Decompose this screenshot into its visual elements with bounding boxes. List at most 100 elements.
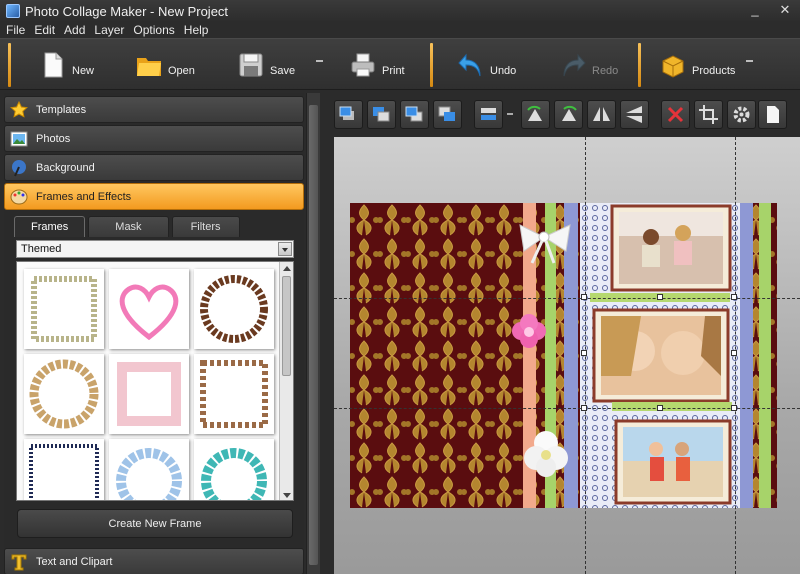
section-frames-effects[interactable]: Frames and Effects xyxy=(4,183,304,210)
send-backward-button[interactable] xyxy=(433,99,462,129)
menu-layer[interactable]: Layer xyxy=(94,23,124,37)
canvas-area[interactable] xyxy=(334,137,800,574)
crop-icon xyxy=(699,104,718,124)
redo-label: Redo xyxy=(592,65,619,77)
section-frames-effects-label: Frames and Effects xyxy=(36,190,132,203)
section-background[interactable]: Background xyxy=(4,154,304,181)
section-text-clipart[interactable]: Text and Clipart xyxy=(4,548,304,574)
menu-edit[interactable]: Edit xyxy=(34,23,55,37)
section-templates[interactable]: Templates xyxy=(4,96,304,123)
toolbar-separator xyxy=(8,43,11,87)
photo-frame-1 xyxy=(610,204,732,292)
resize-handle[interactable] xyxy=(657,294,663,300)
minimize-button[interactable]: _ xyxy=(748,2,762,18)
align-icon xyxy=(481,107,496,120)
print-button[interactable]: Print xyxy=(350,45,405,85)
gallery-scroll-thumb[interactable] xyxy=(282,276,291,376)
delete-x-icon xyxy=(667,106,684,122)
frame-thumbnail[interactable] xyxy=(24,269,104,349)
flip-vertical-button[interactable] xyxy=(620,99,649,129)
products-dropdown-arrow[interactable] xyxy=(746,60,753,62)
create-new-frame-button[interactable]: Create New Frame xyxy=(17,509,293,538)
resize-handle[interactable] xyxy=(731,294,737,300)
flip-horizontal-button[interactable] xyxy=(587,99,616,129)
scroll-up-icon[interactable] xyxy=(283,266,291,271)
frame-thumbnail[interactable] xyxy=(24,354,104,434)
menu-bar: File Edit Add Layer Options Help xyxy=(0,22,800,38)
frame-category-value: Themed xyxy=(21,243,62,255)
resize-handle[interactable] xyxy=(581,405,587,411)
align-button[interactable] xyxy=(474,99,503,129)
rotate-right-button[interactable] xyxy=(554,99,583,129)
menu-options[interactable]: Options xyxy=(133,23,174,37)
bring-forward-icon xyxy=(405,106,423,121)
rotate-left-button[interactable] xyxy=(521,99,550,129)
undo-button[interactable]: Undo xyxy=(458,45,516,85)
section-photos[interactable]: Photos xyxy=(4,125,304,152)
page-properties-button[interactable] xyxy=(758,99,787,129)
save-dropdown-arrow[interactable] xyxy=(316,60,323,62)
panel-scrollbar[interactable] xyxy=(306,93,320,574)
settings-button[interactable] xyxy=(727,99,756,129)
crop-button[interactable] xyxy=(694,99,723,129)
app-icon xyxy=(6,4,20,18)
toolbar-separator xyxy=(430,43,433,87)
title-bar: Photo Collage Maker - New Project _ ✕ xyxy=(0,0,800,22)
tab-mask[interactable]: Mask xyxy=(88,216,169,237)
resize-handle[interactable] xyxy=(581,294,587,300)
rotate-right-icon xyxy=(562,105,577,121)
new-button[interactable]: New xyxy=(40,45,94,85)
frame-thumbnail[interactable] xyxy=(194,269,274,349)
save-button[interactable]: Save xyxy=(238,45,295,85)
open-button[interactable]: Open xyxy=(136,45,195,85)
panel-scroll-thumb[interactable] xyxy=(309,105,318,565)
products-box-icon xyxy=(662,55,684,78)
tab-frames[interactable]: Frames xyxy=(14,216,86,237)
tab-filters[interactable]: Filters xyxy=(171,216,240,237)
frame-category-select[interactable]: Themed xyxy=(16,240,294,258)
resize-handle[interactable] xyxy=(731,350,737,356)
frame-thumbnail[interactable] xyxy=(194,354,274,434)
text-t-icon xyxy=(11,554,27,570)
frame-thumbnail[interactable] xyxy=(109,269,189,349)
align-dropdown-arrow[interactable] xyxy=(507,113,513,115)
menu-help[interactable]: Help xyxy=(184,23,209,37)
dropdown-arrow-icon[interactable] xyxy=(278,242,292,256)
page-icon xyxy=(767,105,779,123)
app-window: Photo Collage Maker - New Project _ ✕ Fi… xyxy=(0,0,800,574)
send-to-back-button[interactable] xyxy=(367,99,396,129)
close-button[interactable]: ✕ xyxy=(778,2,792,18)
window-controls: _ ✕ xyxy=(748,2,792,18)
gallery-scrollbar[interactable] xyxy=(279,262,293,500)
bring-front-icon xyxy=(339,106,354,120)
section-background-label: Background xyxy=(36,161,95,174)
scroll-down-icon[interactable] xyxy=(283,493,291,498)
right-blue-ribbon xyxy=(740,203,753,508)
frames-tabs: Frames Mask Filters xyxy=(14,216,240,237)
undo-label: Undo xyxy=(490,65,517,77)
frame-thumbnail[interactable] xyxy=(109,354,189,434)
toolbar-separator xyxy=(638,43,641,87)
frame-thumbnail[interactable] xyxy=(194,439,274,500)
bring-to-front-button[interactable] xyxy=(334,99,363,129)
folder-icon xyxy=(137,58,161,76)
undo-arrow-icon xyxy=(458,53,481,77)
bring-forward-button[interactable] xyxy=(400,99,429,129)
menu-add[interactable]: Add xyxy=(64,23,85,37)
redo-arrow-icon xyxy=(563,53,586,77)
section-templates-label: Templates xyxy=(36,103,87,116)
collage-page[interactable] xyxy=(350,203,777,508)
products-button[interactable]: Products xyxy=(660,45,735,85)
resize-handle[interactable] xyxy=(581,350,587,356)
frame-thumbnail[interactable] xyxy=(24,439,104,500)
rotate-left-icon xyxy=(527,105,542,121)
resize-handle[interactable] xyxy=(657,405,663,411)
menu-file[interactable]: File xyxy=(6,23,25,37)
delete-button[interactable] xyxy=(661,99,690,129)
photo-icon xyxy=(10,131,28,146)
resize-handle[interactable] xyxy=(731,405,737,411)
section-text-clipart-label: Text and Clipart xyxy=(36,555,113,568)
frame-thumbnail[interactable] xyxy=(109,439,189,500)
star-icon xyxy=(10,100,28,118)
redo-button[interactable]: Redo xyxy=(560,45,618,85)
